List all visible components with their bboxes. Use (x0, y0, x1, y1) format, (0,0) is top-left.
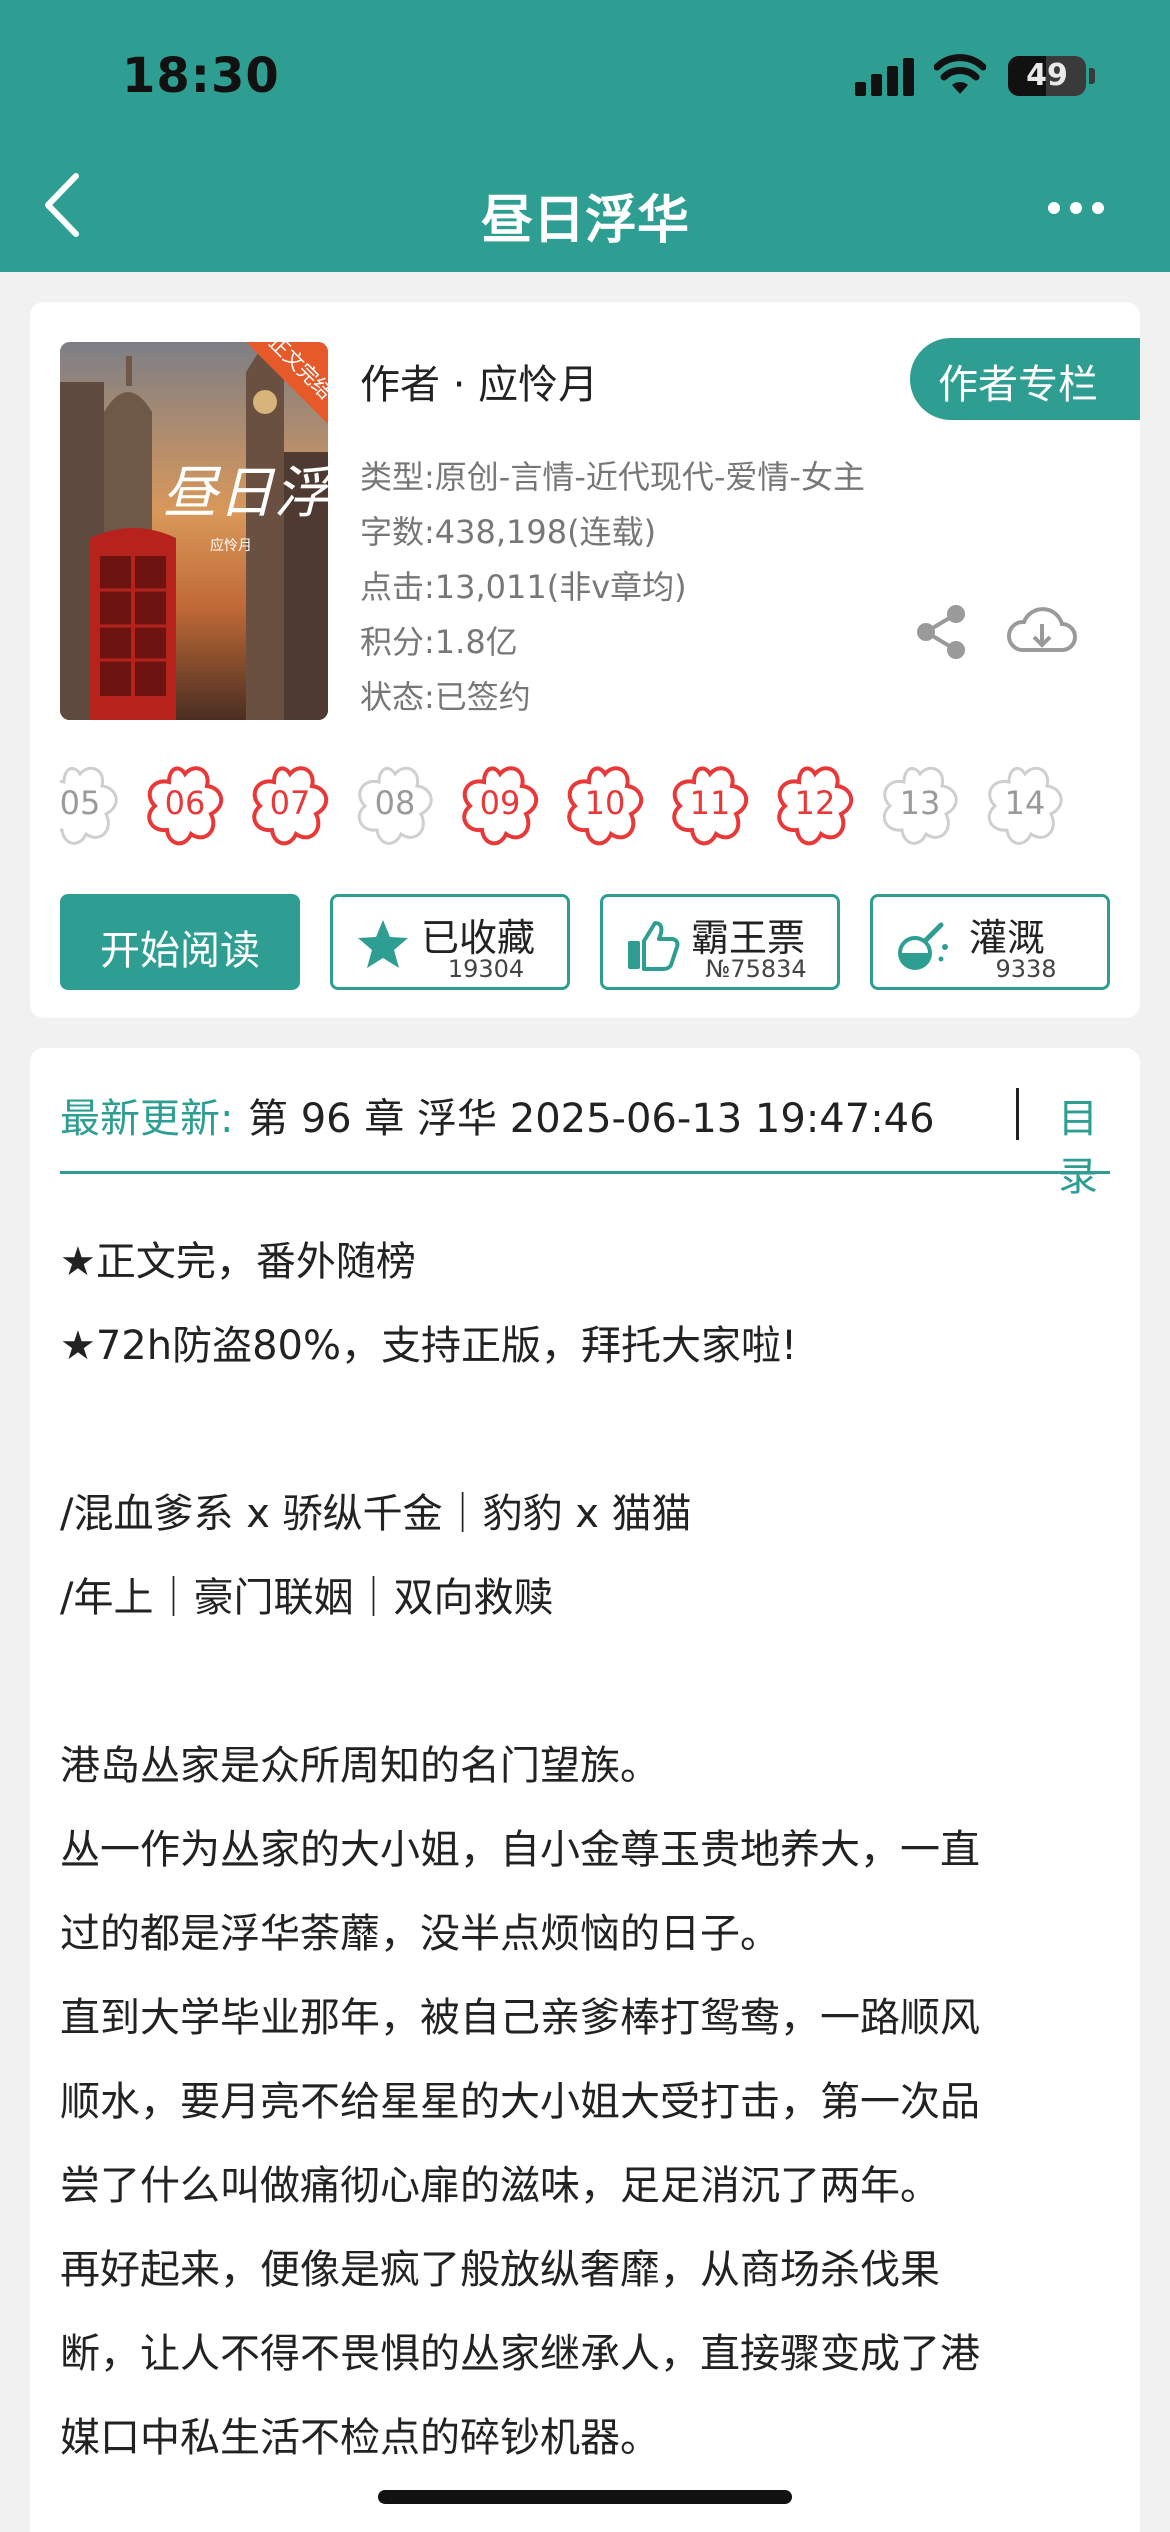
nutrient-button[interactable]: 灌溉 9338 (870, 894, 1110, 990)
synopsis-line (60, 1640, 1120, 1724)
book-cover[interactable]: 正文完结 昼日浮华 应怜月 (60, 342, 328, 720)
thumbs-up-icon (628, 921, 680, 971)
flower-number: 05 (60, 784, 101, 822)
flower-10: 10 (559, 758, 651, 850)
star-icon (358, 920, 408, 968)
book-info-card: 正文完结 昼日浮华 应怜月 作者 · 应怜月 作者专栏 类型:原创-言情-近代现… (30, 302, 1140, 1018)
favorite-button[interactable]: 已收藏 19304 (330, 894, 570, 990)
latest-chapter-link[interactable]: 第 96 章 浮华 2025-06-13 19:47:46 (248, 1086, 935, 1144)
author-name[interactable]: 作者 · 应怜月 (360, 352, 598, 410)
flower-number: 08 (374, 784, 416, 822)
nutrient-label: 灌溉 (969, 916, 1046, 960)
latest-update-row: 最新更新: 第 96 章 浮华 2025-06-13 19:47:46 目录 (60, 1084, 1110, 1200)
divider (1016, 1088, 1019, 1140)
page-title: 昼日浮华 (480, 191, 689, 251)
latest-update-label: 最新更新: (60, 1096, 234, 1142)
flower-number: 07 (269, 784, 311, 822)
synopsis-line (60, 1388, 1120, 1472)
home-indicator[interactable] (378, 2490, 792, 2504)
watering-icon (898, 922, 948, 970)
synopsis-line: 过的都是浮华荼蘼，没半点烦恼的日子。 (60, 1911, 780, 1957)
start-reading-button[interactable]: 开始阅读 (60, 894, 300, 990)
meta-word-count: 字数:438,198(连载) (360, 513, 657, 551)
wifi-icon (934, 54, 986, 94)
meta-points: 积分:1.8亿 (360, 623, 518, 661)
meta-genre: 类型:原创-言情-近代现代-爱情-女主 (360, 458, 865, 496)
more-icon[interactable] (1048, 196, 1108, 220)
synopsis: ★正文完，番外随榜 ★72h防盗80%，支持正版，拜托大家啦! /混血爹系 x 骄纵… (60, 1220, 1120, 2480)
synopsis-line: ★72h防盗80%，支持正版，拜托大家啦! (60, 1323, 798, 1369)
battery-level: 49 (1026, 58, 1068, 93)
flower-12: 12 (769, 758, 861, 850)
flower-number: 09 (479, 784, 521, 822)
synopsis-line: 直到大学毕业那年，被自己亲爹棒打鸳鸯，一路顺风 (60, 1995, 980, 2041)
ticket-count: №75834 (705, 955, 807, 983)
synopsis-line: 媒口中私生活不检点的碎钞机器。 (60, 2415, 660, 2461)
flower-number: 11 (689, 784, 731, 822)
synopsis-line: 顺水，要月亮不给星星的大小姐大受打击，第一次品 (60, 2079, 980, 2125)
flower-13: 13 (874, 758, 966, 850)
share-icon[interactable] (912, 602, 972, 662)
synopsis-line: /混血爹系 x 骄纵千金｜豹豹 x 猫猫 (60, 1491, 692, 1537)
synopsis-line: 断，让人不得不畏惧的丛家继承人，直接骤变成了港 (60, 2331, 980, 2377)
flower-09: 09 (454, 758, 546, 850)
flower-number: 14 (1004, 784, 1046, 822)
flower-08: 08 (349, 758, 441, 850)
favorite-label: 已收藏 (421, 916, 536, 960)
table-of-contents-link[interactable]: 目录 (1058, 1086, 1110, 1202)
description-card: 最新更新: 第 96 章 浮华 2025-06-13 19:47:46 目录 ★… (30, 1048, 1140, 2532)
synopsis-line: 港岛丛家是众所周知的名门望族。 (60, 1743, 660, 1789)
flower-14: 14 (979, 758, 1071, 850)
battery-icon: 49 (1008, 56, 1086, 96)
author-column-button[interactable]: 作者专栏 (910, 338, 1140, 420)
flower-11: 11 (664, 758, 756, 850)
battery-cap (1089, 68, 1095, 84)
nutrient-count: 9338 (995, 955, 1057, 983)
synopsis-line: 尝了什么叫做痛彻心扉的滋味，足足消沉了两年。 (60, 2163, 940, 2209)
ticket-label: 霸王票 (691, 916, 806, 960)
flower-number: 10 (584, 784, 626, 822)
flower-number: 12 (794, 784, 836, 822)
favorite-count: 19304 (447, 955, 525, 983)
cellular-signal-icon (855, 56, 915, 96)
flower-07: 07 (244, 758, 336, 850)
flower-number: 06 (164, 784, 206, 822)
flower-rating-row: 05 06 07 08 09 10 11 12 13 14 (60, 758, 1110, 858)
ticket-button[interactable]: 霸王票 №75834 (600, 894, 840, 990)
flower-number: 13 (899, 784, 941, 822)
synopsis-line: 丛一作为丛家的大小姐，自小金尊玉贵地养大，一直 (60, 1827, 980, 1873)
status-time: 18:30 (122, 48, 280, 104)
download-icon[interactable] (1004, 602, 1080, 662)
meta-clicks: 点击:13,011(非v章均) (360, 568, 687, 606)
synopsis-line: ★正文完，番外随榜 (60, 1239, 416, 1285)
cover-author: 应怜月 (210, 537, 252, 554)
flower-06: 06 (139, 758, 231, 850)
flower-05: 05 (60, 758, 126, 850)
cover-title: 昼日浮华 (162, 461, 328, 526)
synopsis-line: 再好起来，便像是疯了般放纵奢靡，从商场杀伐果 (60, 2247, 940, 2293)
synopsis-line: /年上｜豪门联姻｜双向救赎 (60, 1575, 554, 1621)
top-bar: 18:30 49 昼日浮华 (0, 0, 1170, 272)
meta-status: 状态:已签约 (360, 678, 531, 716)
